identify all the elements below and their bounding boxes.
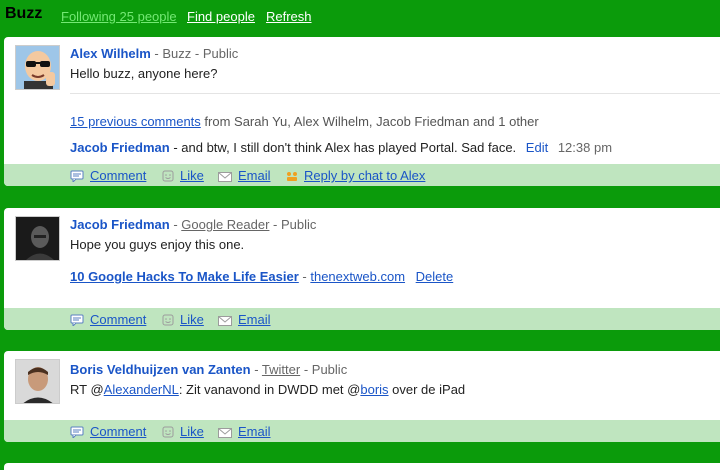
separator: - <box>269 217 281 232</box>
chat-icon <box>287 172 297 181</box>
post-text: RT @AlexanderNL: Zit vanavond in DWDD me… <box>70 382 465 397</box>
comment-icon <box>70 170 84 182</box>
separator: - <box>169 217 182 232</box>
post-source: Buzz <box>162 46 192 61</box>
email-icon <box>218 172 232 182</box>
comment-author[interactable]: Jacob Friedman <box>70 140 170 155</box>
mention-link[interactable]: boris <box>360 382 388 397</box>
like-button[interactable]: Like <box>180 312 204 327</box>
email-button[interactable]: Email <box>238 168 271 183</box>
refresh-link[interactable]: Refresh <box>266 9 312 24</box>
comment-time: 12:38 pm <box>557 140 613 155</box>
post-visibility: Public <box>281 217 317 232</box>
post-visibility: Public <box>202 46 239 61</box>
post-header: Boris Veldhuijzen van Zanten - Twitter -… <box>70 362 347 377</box>
reply-by-chat-button[interactable]: Reply by chat to Alex <box>304 168 425 183</box>
avatar[interactable] <box>15 45 60 90</box>
avatar[interactable] <box>15 216 60 261</box>
comment-button[interactable]: Comment <box>90 312 146 327</box>
comment: Jacob Friedman - and btw, I still don't … <box>70 140 612 155</box>
post-source-link[interactable]: Google Reader <box>181 217 269 232</box>
comment-button[interactable]: Comment <box>90 424 146 439</box>
post-visibility: Public <box>311 362 348 377</box>
separator: - <box>298 269 311 284</box>
post-actions: Comment Like Email <box>4 308 720 330</box>
author-name[interactable]: Boris Veldhuijzen van Zanten <box>70 362 251 377</box>
like-button[interactable]: Like <box>180 424 204 439</box>
previous-comments-from: from Sarah Yu, Alex Wilhelm, Jacob Fried… <box>204 114 539 129</box>
post-text-end: over de iPad <box>388 382 466 397</box>
delete-link[interactable]: Delete <box>416 269 454 284</box>
app-title: Buzz <box>5 5 43 22</box>
mention-link[interactable]: AlexanderNL <box>104 382 179 397</box>
comment-icon <box>70 426 84 438</box>
post-actions: Comment Like Email Reply by chat to Alex <box>4 164 720 186</box>
post-actions: Comment Like Email <box>4 420 720 442</box>
shared-link: 10 Google Hacks To Make Life Easier - th… <box>70 269 453 284</box>
separator: - <box>250 362 262 377</box>
find-people-link[interactable]: Find people <box>187 9 255 24</box>
separator: - <box>191 46 203 61</box>
divider <box>70 93 720 94</box>
like-icon <box>162 426 174 438</box>
avatar[interactable] <box>15 359 60 404</box>
top-bar: Buzz Following 25 people Find people Ref… <box>0 0 720 34</box>
previous-comments-link[interactable]: 15 previous comments <box>70 114 201 129</box>
email-button[interactable]: Email <box>238 424 271 439</box>
email-icon <box>218 428 232 438</box>
like-button[interactable]: Like <box>180 168 204 183</box>
author-name[interactable]: Jacob Friedman <box>70 217 170 232</box>
article-domain-link[interactable]: thenextweb.com <box>310 269 405 284</box>
post-header: Jacob Friedman - Google Reader - Public <box>70 217 316 232</box>
author-name[interactable]: Alex Wilhelm <box>70 46 151 61</box>
buzz-post-partial <box>4 463 720 470</box>
post-text: Hello buzz, anyone here? <box>70 66 218 81</box>
email-icon <box>218 316 232 326</box>
separator: - <box>300 362 312 377</box>
article-title-link[interactable]: 10 Google Hacks To Make Life Easier <box>70 269 299 284</box>
like-icon <box>162 314 174 326</box>
following-link[interactable]: Following 25 people <box>61 9 177 24</box>
edit-comment-link[interactable]: Edit <box>526 140 548 155</box>
buzz-post: Boris Veldhuijzen van Zanten - Twitter -… <box>4 351 720 442</box>
post-source-link[interactable]: Twitter <box>262 362 300 377</box>
post-header: Alex Wilhelm - Buzz - Public <box>70 46 238 61</box>
post-text: Hope you guys enjoy this one. <box>70 237 245 252</box>
separator: - <box>150 46 163 61</box>
like-icon <box>162 170 174 182</box>
comment-icon <box>70 314 84 326</box>
comment-text: - and btw, I still don't think Alex has … <box>173 140 517 155</box>
buzz-post: Jacob Friedman - Google Reader - Public … <box>4 208 720 330</box>
previous-comments: 15 previous comments from Sarah Yu, Alex… <box>70 114 539 129</box>
comment-button[interactable]: Comment <box>90 168 146 183</box>
post-text-rt: RT @ <box>70 382 104 397</box>
post-text-middle: : Zit vanavond in DWDD met @ <box>178 382 361 397</box>
buzz-post: Alex Wilhelm - Buzz - Public Hello buzz,… <box>4 37 720 186</box>
email-button[interactable]: Email <box>238 312 271 327</box>
